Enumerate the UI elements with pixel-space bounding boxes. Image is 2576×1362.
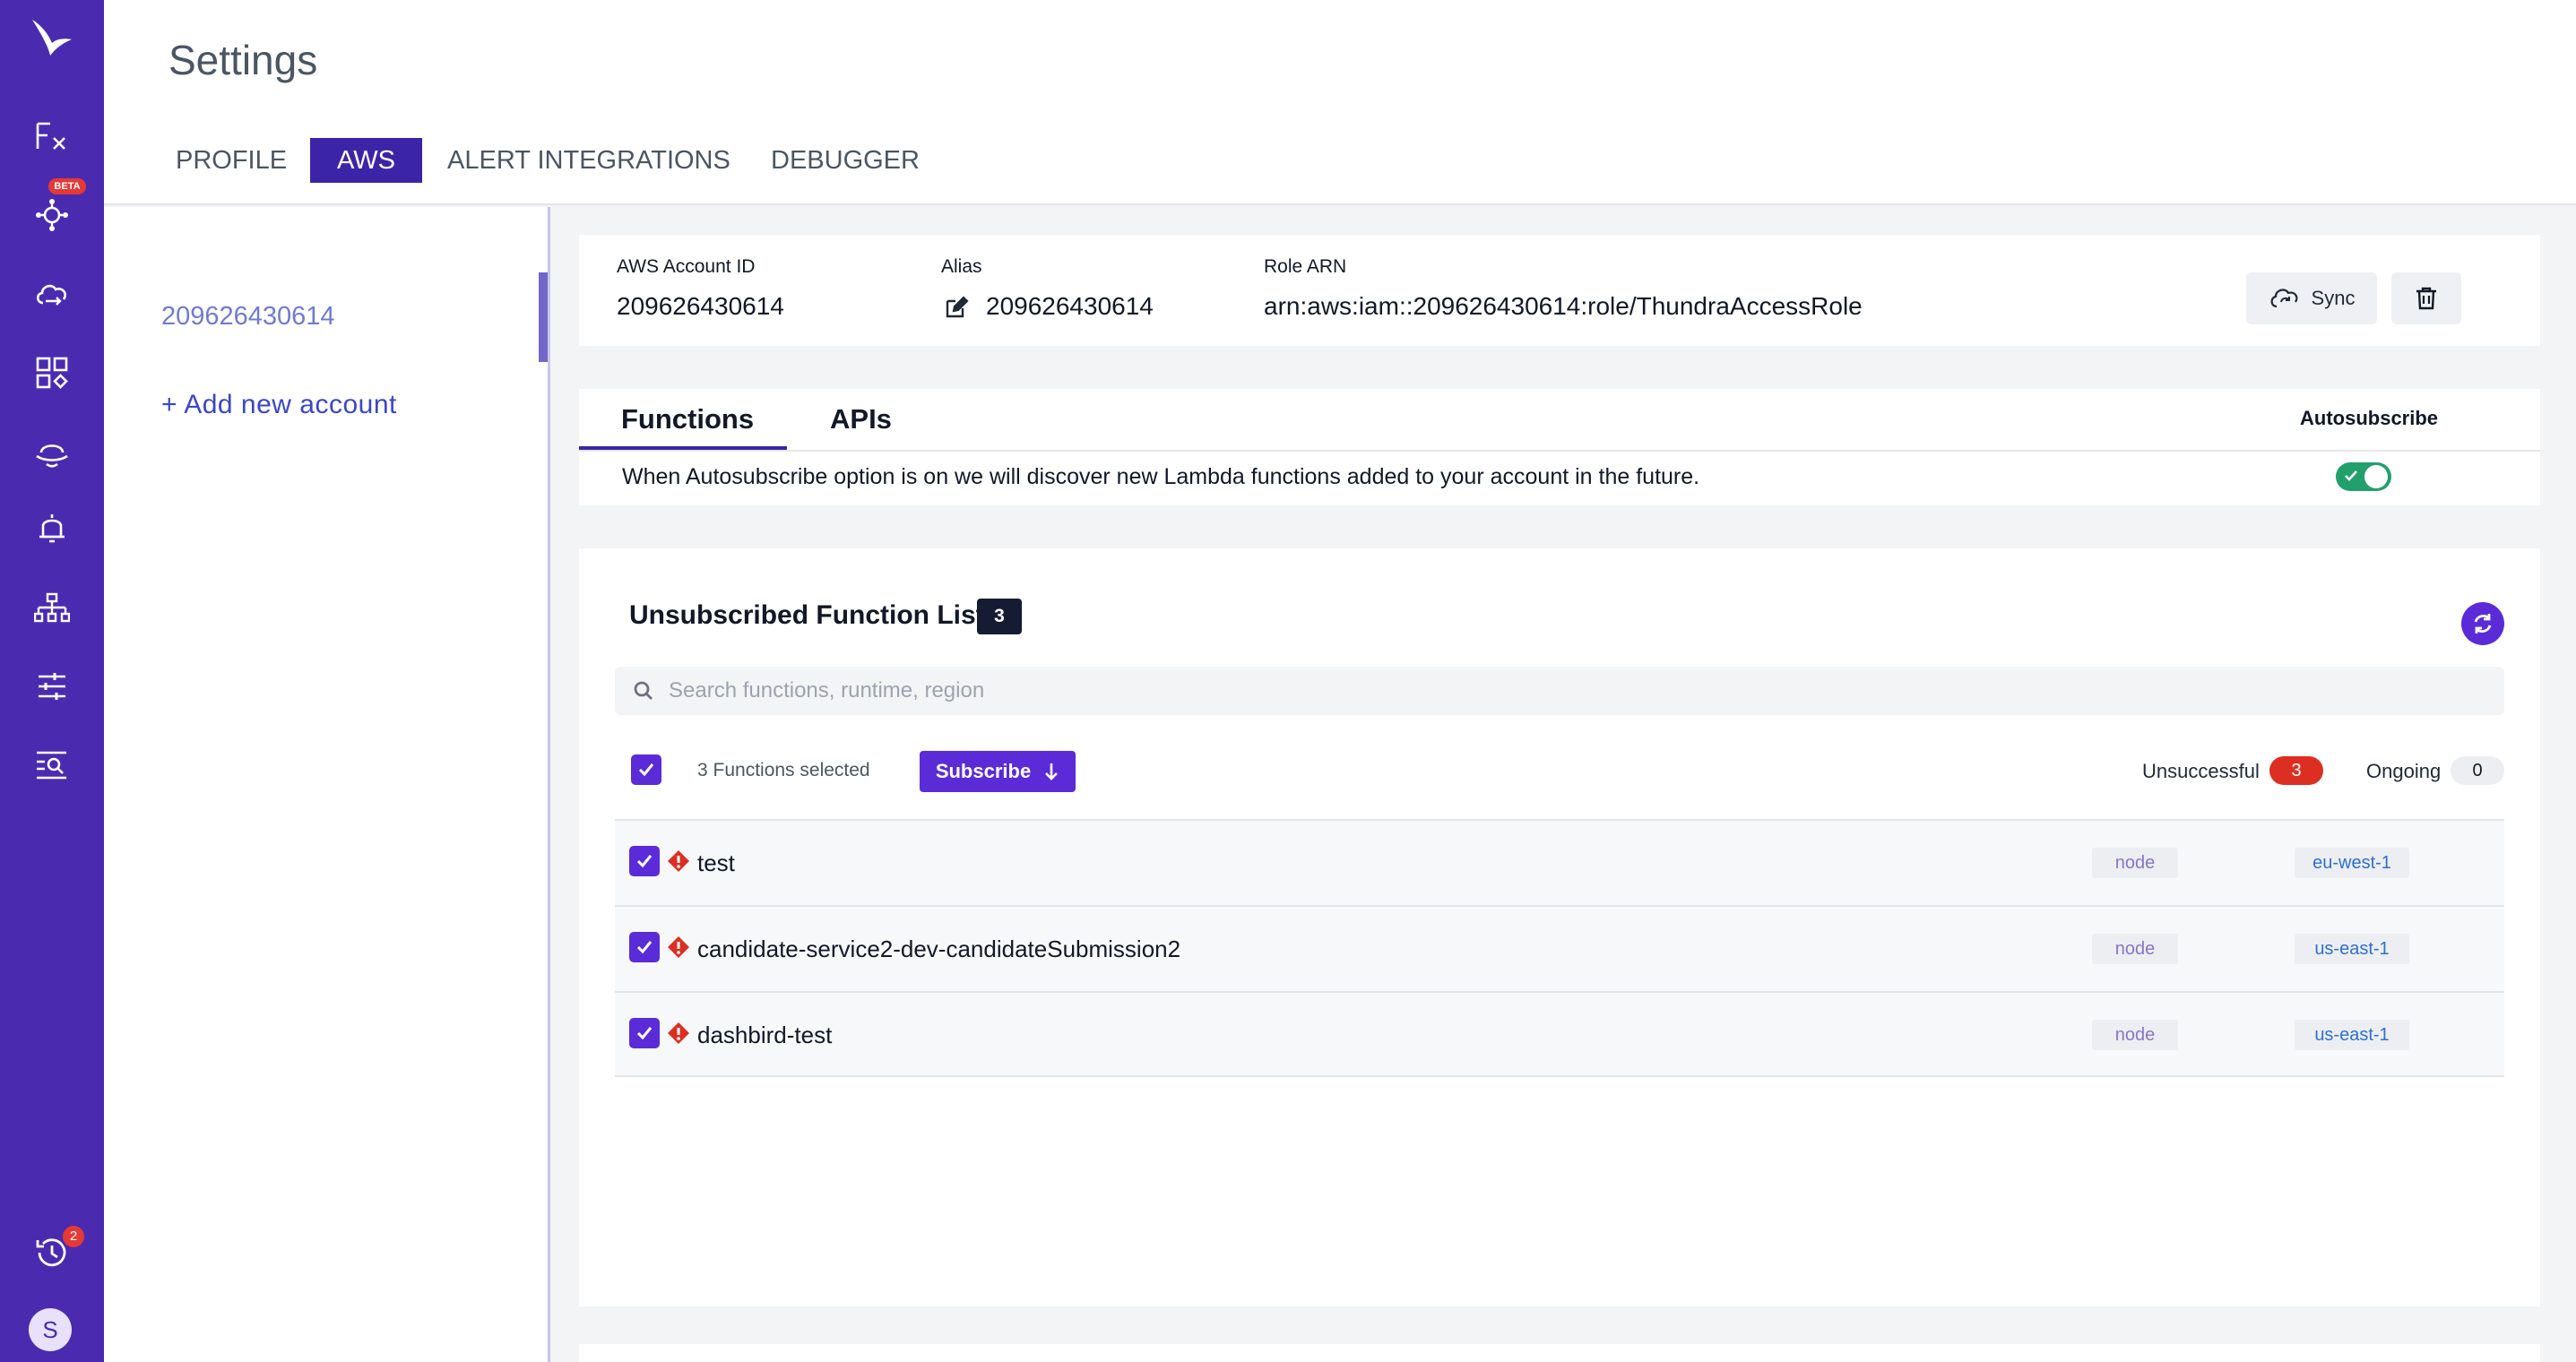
- search-icon: [633, 680, 654, 702]
- tab-alert-integrations[interactable]: ALERT INTEGRATIONS: [447, 138, 730, 183]
- rail-item-operations[interactable]: [0, 425, 104, 478]
- rail-item-dashboards[interactable]: [0, 346, 104, 400]
- autosubscribe-description: When Autosubscribe option is on we will …: [622, 464, 1700, 489]
- unsuccessful-label: Unsuccessful: [2142, 760, 2260, 782]
- function-count-badge: 3: [977, 599, 1022, 634]
- selected-account-marker: [539, 272, 548, 362]
- tab-profile[interactable]: PROFILE: [176, 138, 287, 183]
- cloud-sync-icon: [2269, 285, 2301, 312]
- error-warning-icon: [667, 935, 690, 959]
- sliders-icon: [35, 670, 69, 703]
- check-icon: [636, 760, 656, 780]
- alert-bell-icon: [36, 512, 68, 546]
- unsuccessful-count-badge[interactable]: 3: [2269, 756, 2323, 785]
- rail-item-history[interactable]: [0, 1226, 104, 1280]
- subscribe-button[interactable]: Subscribe: [920, 751, 1076, 792]
- error-warning-icon: [667, 849, 690, 873]
- role-arn-value: arn:aws:iam::209626430614:role/ThundraAc…: [1264, 292, 1863, 320]
- sitemap-icon: [34, 591, 70, 624]
- bell-hat-icon: [34, 435, 70, 469]
- function-fx-icon: [34, 120, 70, 152]
- autosubscribe-label: Autosubscribe: [2300, 407, 2439, 429]
- settings-header: Settings PROFILE AWS ALERT INTEGRATIONS …: [104, 0, 2576, 205]
- refresh-button[interactable]: [2461, 602, 2504, 645]
- refresh-icon: [2470, 611, 2495, 636]
- check-icon: [2343, 468, 2359, 484]
- row-checkbox[interactable]: [629, 932, 660, 962]
- next-card-edge: [579, 1344, 2540, 1362]
- sync-label: Sync: [2311, 287, 2356, 309]
- table-row[interactable]: dashbird-test node us-east-1: [615, 991, 2504, 1077]
- cloud-sync-icon: [33, 278, 71, 310]
- account-list: 209626430614 + Add new account: [104, 207, 550, 1362]
- sync-button[interactable]: Sync: [2246, 272, 2377, 324]
- function-name: candidate-service2-dev-candidateSubmissi…: [697, 935, 1181, 962]
- ongoing-label: Ongoing: [2366, 760, 2442, 782]
- row-checkbox[interactable]: [629, 1018, 660, 1048]
- alias-label: Alias: [941, 256, 982, 277]
- region-tag: us-east-1: [2295, 1020, 2409, 1050]
- tab-functions[interactable]: Functions: [621, 389, 754, 450]
- rail-item-functions[interactable]: [0, 109, 104, 163]
- history-count-badge: 2: [63, 1226, 84, 1247]
- rail-item-architecture[interactable]: [0, 188, 104, 242]
- account-id-value: 209626430614: [617, 292, 784, 320]
- runtime-tag: node: [2092, 934, 2178, 964]
- toggle-knob: [2364, 465, 2388, 488]
- tab-aws[interactable]: AWS: [310, 138, 422, 183]
- subscribe-label: Subscribe: [935, 760, 1032, 782]
- rail-item-search-logs[interactable]: [0, 738, 104, 792]
- rail-item-aws[interactable]: [0, 267, 104, 321]
- runtime-tag: node: [2092, 848, 2178, 878]
- search-input[interactable]: [669, 667, 2479, 715]
- unsubscribed-function-list: Unsubscribed Function List 3 3 Functions…: [579, 548, 2540, 1306]
- edit-icon[interactable]: [945, 296, 970, 319]
- account-list-item[interactable]: 209626430614: [161, 302, 335, 332]
- rail-item-filters[interactable]: [0, 659, 104, 713]
- runtime-tag: node: [2092, 1020, 2178, 1050]
- tabs-divider: [579, 450, 2540, 452]
- search-list-icon: [34, 749, 70, 781]
- delete-account-button[interactable]: [2391, 272, 2461, 324]
- region-tag: us-east-1: [2295, 934, 2409, 964]
- grid-apps-icon: [35, 356, 69, 390]
- account-details-card: AWS Account ID 209626430614 Alias 209626…: [579, 235, 2540, 346]
- tab-debugger[interactable]: DEBUGGER: [771, 138, 920, 183]
- page-title: Settings: [169, 37, 318, 83]
- trash-icon: [2415, 286, 2438, 311]
- role-arn-label: Role ARN: [1264, 256, 1347, 277]
- table-row[interactable]: candidate-service2-dev-candidateSubmissi…: [615, 905, 2504, 991]
- thundra-logo-icon[interactable]: [0, 11, 104, 65]
- ongoing-count-badge[interactable]: 0: [2451, 756, 2504, 785]
- network-nodes-icon: [34, 197, 70, 233]
- region-tag: eu-west-1: [2295, 848, 2409, 878]
- account-id-label: AWS Account ID: [617, 256, 756, 277]
- arrow-down-icon: [1043, 762, 1059, 781]
- user-avatar[interactable]: S: [29, 1308, 72, 1351]
- error-warning-icon: [667, 1022, 690, 1045]
- rail-item-alerts[interactable]: [0, 502, 104, 556]
- active-tab-indicator: [579, 446, 787, 450]
- bird-logo-icon: [29, 16, 75, 59]
- check-icon: [635, 851, 654, 871]
- tab-apis[interactable]: APIs: [830, 389, 892, 450]
- functions-apis-panel: Functions APIs Autosubscribe When Autosu…: [579, 389, 2540, 505]
- autosubscribe-toggle[interactable]: [2336, 462, 2391, 491]
- search-box: [615, 667, 2504, 715]
- function-name: dashbird-test: [697, 1022, 833, 1048]
- left-nav-rail: BETA 2 S: [0, 0, 104, 1362]
- select-all-checkbox[interactable]: [631, 754, 661, 785]
- list-title: Unsubscribed Function List: [629, 600, 985, 630]
- selected-count-text: 3 Functions selected: [697, 760, 870, 780]
- alias-value: 209626430614: [986, 292, 1154, 320]
- function-name: test: [697, 849, 735, 876]
- beta-badge: BETA: [48, 178, 86, 194]
- check-icon: [635, 1023, 654, 1043]
- check-icon: [635, 937, 654, 957]
- table-row[interactable]: test node eu-west-1: [615, 819, 2504, 905]
- row-checkbox[interactable]: [629, 846, 660, 876]
- rail-item-topology[interactable]: [0, 581, 104, 634]
- add-new-account-link[interactable]: + Add new account: [161, 390, 397, 420]
